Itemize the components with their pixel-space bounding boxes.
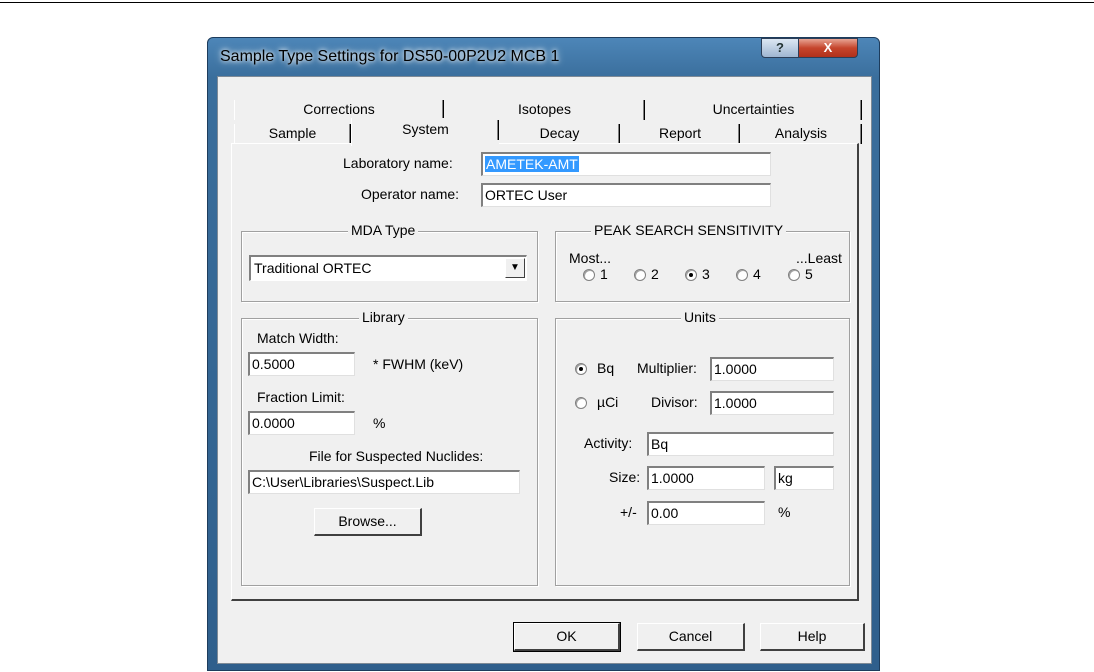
mda-type-value: Traditional ORTEC	[254, 260, 372, 276]
units-bq-radio[interactable]	[575, 363, 587, 375]
mda-type-group: MDA Type Traditional ORTEC ▼	[241, 222, 538, 302]
peak-radio-5[interactable]	[788, 269, 800, 281]
cancel-button[interactable]: Cancel	[637, 623, 745, 651]
peak-radio-5-label: 5	[805, 266, 813, 282]
match-width-input[interactable]: 0.5000	[248, 352, 355, 376]
units-title: Units	[681, 309, 719, 325]
match-width-label: Match Width:	[257, 330, 339, 346]
fraction-limit-unit: %	[373, 415, 386, 431]
plus-minus-input[interactable]: 0.00	[647, 501, 765, 525]
peak-search-sensitivity-group: PEAK SEARCH SENSITIVITY Most... ...Least…	[555, 222, 850, 302]
window-title: Sample Type Settings for DS50-00P2U2 MCB…	[220, 48, 560, 65]
suspected-nuclides-input[interactable]: C:\User\Libraries\Suspect.Lib	[248, 470, 520, 494]
plus-minus-unit: %	[778, 504, 791, 520]
divisor-label: Divisor:	[651, 394, 698, 410]
peak-most-label: Most...	[569, 250, 612, 266]
multiplier-input[interactable]: 1.0000	[710, 357, 834, 381]
dialog-client-area: Corrections Isotopes Uncertainties Sampl…	[217, 76, 872, 664]
tab-system[interactable]: System	[351, 118, 499, 146]
title-help-button[interactable]: ?	[761, 38, 799, 58]
peak-radio-1[interactable]	[583, 269, 595, 281]
close-icon: X	[823, 40, 833, 55]
size-unit-input[interactable]: kg	[774, 466, 834, 490]
units-uci-label: µCi	[597, 394, 619, 410]
system-tab-panel: Laboratory name: AMETEK-AMT Operator nam…	[231, 143, 859, 601]
peak-least-label: ...Least	[796, 250, 842, 266]
help-icon: ?	[776, 40, 784, 55]
activity-label: Activity:	[584, 435, 633, 451]
dialog-window: Sample Type Settings for DS50-00P2U2 MCB…	[207, 37, 880, 671]
laboratory-name-label: Laboratory name:	[343, 155, 453, 171]
peak-radio-3-label: 3	[702, 266, 710, 282]
peak-radio-3[interactable]	[685, 269, 697, 281]
units-group: Units Bq Multiplier: 1.0000 µCi Divisor:…	[555, 309, 850, 586]
activity-input[interactable]: Bq	[647, 432, 834, 456]
tab-sample[interactable]: Sample	[234, 122, 351, 144]
match-width-unit: * FWHM (keV)	[373, 356, 464, 372]
suspected-nuclides-label: File for Suspected Nuclides:	[309, 448, 484, 464]
ok-button[interactable]: OK	[513, 622, 621, 652]
tab-report[interactable]: Report	[620, 122, 740, 144]
help-button[interactable]: Help	[760, 623, 865, 651]
peak-radio-1-label: 1	[600, 266, 608, 282]
laboratory-name-input[interactable]: AMETEK-AMT	[481, 152, 771, 176]
tab-analysis[interactable]: Analysis	[740, 122, 862, 144]
library-title: Library	[359, 309, 408, 325]
size-input[interactable]: 1.0000	[647, 466, 765, 490]
mda-type-title: MDA Type	[348, 222, 419, 238]
peak-radio-2[interactable]	[634, 269, 646, 281]
tab-uncertainties[interactable]: Uncertainties	[645, 98, 862, 120]
tab-decay[interactable]: Decay	[499, 122, 620, 144]
fraction-limit-label: Fraction Limit:	[257, 389, 345, 405]
units-uci-radio[interactable]	[575, 397, 587, 409]
size-label: Size:	[609, 469, 641, 485]
tab-isotopes[interactable]: Isotopes	[444, 98, 645, 120]
tab-corrections[interactable]: Corrections	[234, 98, 444, 120]
library-group: Library Match Width: 0.5000 * FWHM (keV)…	[241, 309, 538, 586]
multiplier-label: Multiplier:	[637, 360, 697, 376]
top-divider-line	[0, 2, 1094, 3]
operator-name-input[interactable]: ORTEC User	[481, 183, 771, 207]
divisor-input[interactable]: 1.0000	[710, 391, 834, 415]
peak-search-sensitivity-title: PEAK SEARCH SENSITIVITY	[591, 222, 787, 238]
peak-radio-4-label: 4	[753, 266, 761, 282]
mda-type-select[interactable]: Traditional ORTEC ▼	[249, 255, 527, 281]
operator-name-label: Operator name:	[361, 186, 460, 202]
fraction-limit-input[interactable]: 0.0000	[248, 411, 355, 435]
chevron-down-icon[interactable]: ▼	[505, 258, 525, 278]
browse-button[interactable]: Browse...	[314, 508, 422, 536]
title-close-button[interactable]: X	[798, 38, 858, 58]
peak-radio-2-label: 2	[651, 266, 659, 282]
laboratory-name-value: AMETEK-AMT	[485, 156, 579, 172]
units-bq-label: Bq	[597, 360, 615, 376]
plus-minus-label: +/-	[620, 504, 637, 520]
peak-radio-4[interactable]	[736, 269, 748, 281]
